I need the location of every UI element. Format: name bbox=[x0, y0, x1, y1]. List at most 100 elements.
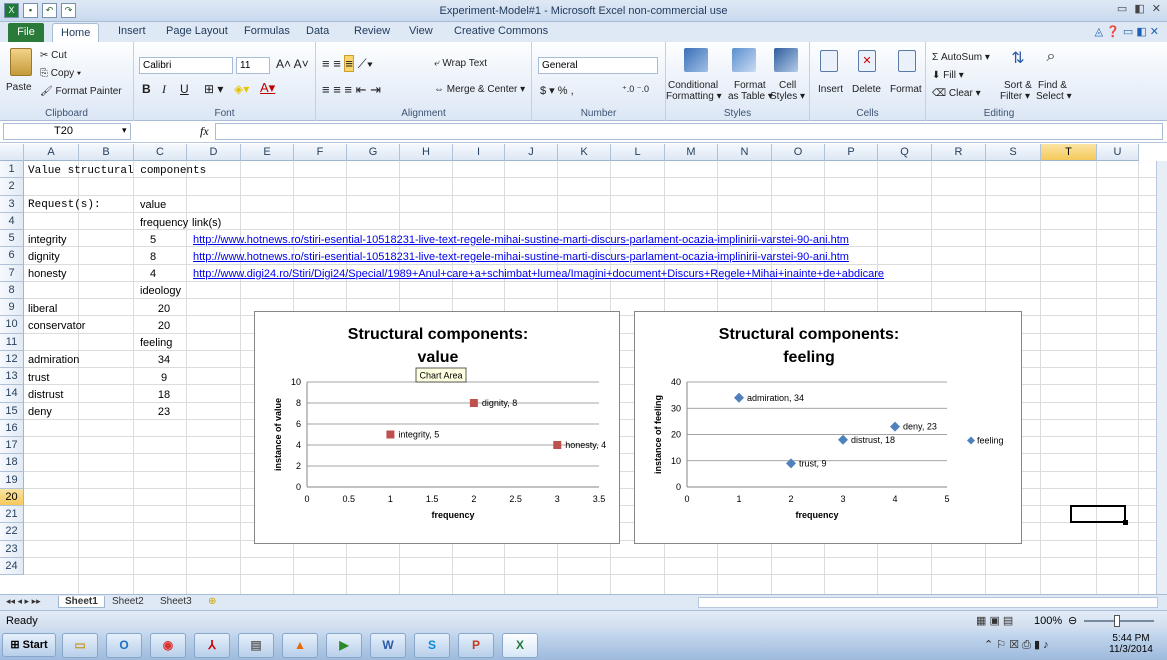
file-explorer-icon[interactable]: ▭ bbox=[62, 633, 98, 658]
row-header-11[interactable]: 11 bbox=[0, 333, 24, 351]
cell-d6-link[interactable]: http://www.hotnews.ro/stiri-esential-105… bbox=[193, 249, 849, 266]
horizontal-align-icons[interactable]: ≡ ≡ ≡ ⇤ ⇥ bbox=[322, 82, 381, 98]
tab-review[interactable]: Review bbox=[354, 25, 390, 37]
chart-value[interactable]: Structural components: value 0 2 4 6 8 10 0 0.5 1 1… bbox=[254, 311, 620, 544]
row-header-22[interactable]: 22 bbox=[0, 523, 24, 541]
cell-d4[interactable]: link(s) bbox=[192, 215, 221, 232]
tab-file[interactable]: File bbox=[8, 23, 44, 42]
column-header-b[interactable]: B bbox=[79, 144, 134, 161]
cell-styles-button[interactable]: Cell bbox=[779, 80, 796, 91]
zoom-out-icon[interactable]: ⊖ bbox=[1068, 614, 1077, 627]
accounting-format-icons[interactable]: $ ▾ % , bbox=[540, 84, 574, 97]
window-controls[interactable]: ▭ ◧ ✕ bbox=[1117, 2, 1163, 15]
cell-c8[interactable]: ideology bbox=[140, 283, 181, 300]
fill-handle[interactable] bbox=[1123, 520, 1128, 525]
row-header-24[interactable]: 24 bbox=[0, 557, 24, 575]
row-header-6[interactable]: 6 bbox=[0, 247, 24, 265]
active-cell-t20[interactable] bbox=[1070, 505, 1126, 523]
fill-color-icon[interactable]: ◈▾ bbox=[234, 82, 249, 96]
help-icon[interactable]: ◬ ❓ ▭ ◧ ✕ bbox=[1095, 25, 1159, 38]
font-color-icon[interactable]: A▾ bbox=[260, 80, 275, 96]
format-button[interactable]: Format bbox=[890, 84, 922, 95]
cell-c13[interactable]: 9 bbox=[144, 370, 184, 387]
decimal-icons[interactable]: ⁺.0 ⁻.0 bbox=[622, 84, 649, 95]
row-header-4[interactable]: 4 bbox=[0, 212, 24, 230]
column-header-r[interactable]: R bbox=[932, 144, 986, 161]
insert-sheet-icon[interactable]: ⊕ bbox=[208, 596, 216, 607]
column-header-k[interactable]: K bbox=[558, 144, 611, 161]
fill-button[interactable]: ⬇ Fill ▾ bbox=[932, 70, 964, 81]
cell-a3[interactable]: Request(s): bbox=[28, 197, 101, 214]
row-header-18[interactable]: 18 bbox=[0, 454, 24, 472]
column-header-f[interactable]: F bbox=[294, 144, 347, 161]
column-header-e[interactable]: E bbox=[241, 144, 294, 161]
horizontal-scrollbar[interactable] bbox=[698, 597, 1158, 608]
column-header-u[interactable]: U bbox=[1097, 144, 1139, 161]
cell-d7-link[interactable]: http://www.digi24.ro/Stiri/Digi24/Specia… bbox=[193, 266, 884, 283]
insert-cells-icon[interactable] bbox=[820, 50, 838, 72]
cell-a14[interactable]: distrust bbox=[28, 387, 63, 404]
cell-c14[interactable]: 18 bbox=[144, 387, 184, 404]
clock[interactable]: 5:44 PM 11/3/2014 bbox=[1106, 633, 1156, 655]
binoculars-icon[interactable]: ⌕ bbox=[1040, 48, 1062, 72]
chart-feeling[interactable]: Structural components: feeling 0 10 20 30 40 0 1… bbox=[634, 311, 1022, 544]
row-header-12[interactable]: 12 bbox=[0, 350, 24, 368]
row-header-10[interactable]: 10 bbox=[0, 316, 24, 334]
cell-d5-link[interactable]: http://www.hotnews.ro/stiri-esential-105… bbox=[193, 232, 849, 249]
row-header-8[interactable]: 8 bbox=[0, 281, 24, 299]
format-table-icon[interactable] bbox=[732, 48, 756, 72]
tab-sheet2[interactable]: Sheet2 bbox=[112, 596, 144, 607]
column-header-q[interactable]: Q bbox=[878, 144, 932, 161]
paste-icon[interactable] bbox=[10, 48, 32, 76]
column-header-m[interactable]: M bbox=[665, 144, 718, 161]
acrobat-icon[interactable]: ⅄ bbox=[194, 633, 230, 658]
sort-filter-dropdown[interactable]: Filter ▾ bbox=[1000, 91, 1030, 102]
column-header-t[interactable]: T bbox=[1041, 144, 1097, 161]
tab-insert[interactable]: Insert bbox=[118, 25, 146, 37]
chrome-icon[interactable]: ◉ bbox=[150, 633, 186, 658]
row-header-17[interactable]: 17 bbox=[0, 437, 24, 455]
cell-c6[interactable]: 8 bbox=[138, 249, 168, 266]
borders-icon[interactable]: ⊞ ▾ bbox=[204, 82, 223, 96]
tab-formulas[interactable]: Formulas bbox=[244, 25, 290, 37]
tab-data[interactable]: Data bbox=[306, 25, 329, 37]
vlc-icon[interactable]: ▲ bbox=[282, 633, 318, 658]
tab-view[interactable]: View bbox=[409, 25, 433, 37]
row-header-20[interactable]: 20 bbox=[0, 488, 24, 506]
grow-font-icon[interactable]: A˄ A˅ bbox=[276, 57, 309, 71]
sheet-nav-arrows[interactable]: ◂◂ ◂ ▸ ▸▸ bbox=[6, 596, 41, 607]
cell-a1[interactable]: Value structural components bbox=[28, 163, 206, 180]
pdf-tool-icon[interactable]: ▤ bbox=[238, 633, 274, 658]
italic-button[interactable]: I bbox=[162, 82, 166, 97]
cell-c15[interactable]: 23 bbox=[144, 404, 184, 421]
cell-a7[interactable]: honesty bbox=[28, 266, 67, 283]
skype-icon[interactable]: S bbox=[414, 633, 450, 658]
copy-button[interactable]: ⎘ Copy ▾ bbox=[40, 68, 81, 79]
cell-c9[interactable]: 20 bbox=[144, 301, 184, 318]
column-header-i[interactable]: I bbox=[453, 144, 505, 161]
column-header-d[interactable]: D bbox=[187, 144, 241, 161]
insert-function-icon[interactable]: fx bbox=[200, 124, 209, 139]
tab-home[interactable]: Home bbox=[52, 23, 100, 43]
vertical-align-icons[interactable]: ≡ ≡ ≡ ⟋▾ bbox=[322, 55, 373, 72]
outlook-icon[interactable]: O bbox=[106, 633, 142, 658]
column-header-a[interactable]: A bbox=[24, 144, 79, 161]
column-header-c[interactable]: C bbox=[134, 144, 187, 161]
find-select-button[interactable]: Find & bbox=[1038, 80, 1067, 91]
row-header-14[interactable]: 14 bbox=[0, 385, 24, 403]
cell-c3[interactable]: value bbox=[140, 197, 166, 214]
name-box-dropdown-icon[interactable]: ▾ bbox=[122, 125, 127, 136]
powerpoint-icon[interactable]: P bbox=[458, 633, 494, 658]
font-name-dropdown[interactable]: Calibri bbox=[139, 57, 233, 74]
cell-a10[interactable]: conservator bbox=[28, 318, 85, 335]
worksheet[interactable]: ABCDEFGHIJKLMNOPQRSTU 1 2 3 4 5 6 7 8 9 10 11 12 13 1… bbox=[0, 144, 1167, 594]
word-icon[interactable]: W bbox=[370, 633, 406, 658]
row-header-3[interactable]: 3 bbox=[0, 195, 24, 213]
column-header-o[interactable]: O bbox=[772, 144, 825, 161]
row-header-13[interactable]: 13 bbox=[0, 368, 24, 386]
delete-cells-icon[interactable]: ✕ bbox=[858, 50, 876, 72]
tab-creative-commons[interactable]: Creative Commons bbox=[454, 25, 548, 37]
cell-a12[interactable]: admiration bbox=[28, 352, 79, 369]
cell-a5[interactable]: integrity bbox=[28, 232, 67, 249]
row-header-15[interactable]: 15 bbox=[0, 402, 24, 420]
